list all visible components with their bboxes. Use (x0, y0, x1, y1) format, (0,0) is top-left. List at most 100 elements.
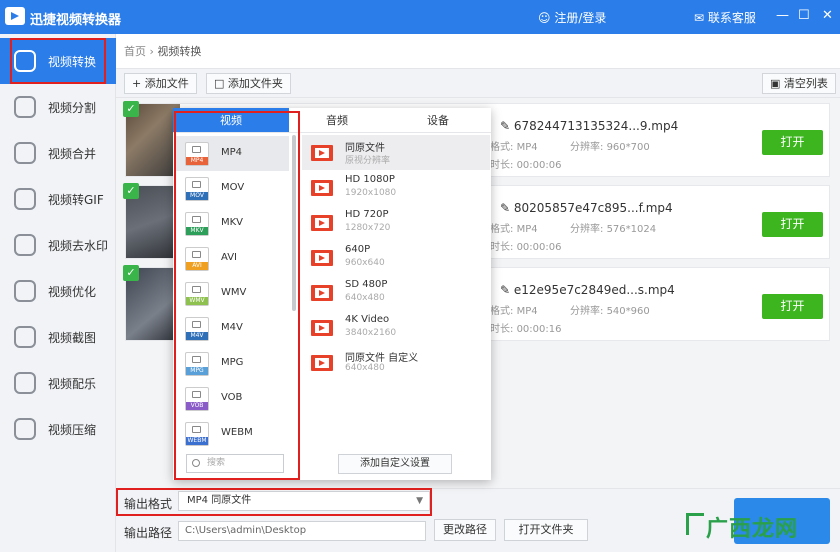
quality-item[interactable]: 同原文件 自定义 640x480 (302, 345, 490, 380)
breadcrumb-current: 视频转换 (157, 45, 202, 58)
add-file-button[interactable]: + 添加文件 (124, 73, 197, 94)
app-logo-icon (5, 7, 25, 25)
change-path-button[interactable]: 更改路径 (434, 519, 496, 541)
video-file-icon (311, 355, 333, 371)
gif-icon (14, 188, 36, 210)
quality-item[interactable]: HD 720P 1280x720 (302, 205, 490, 240)
quality-resolution: 960x640 (345, 258, 385, 268)
resolution-label: 分辨率: (570, 142, 604, 153)
quality-resolution: 3840x2160 (345, 328, 397, 338)
quality-name: 640P (345, 244, 371, 255)
login-link[interactable]: ☺ 注册/登录 (538, 9, 606, 26)
quality-resolution: 原视分辨率 (345, 156, 391, 166)
sidebar-item-label: 视频压缩 (48, 423, 97, 437)
video-file-icon (311, 145, 333, 161)
edit-icon[interactable]: ✎ (500, 283, 510, 297)
sidebar-item-label: 视频合并 (48, 147, 97, 161)
format-label: 格式: (490, 224, 514, 235)
file-format: MP4 (516, 306, 538, 317)
checkbox-checked-icon[interactable]: ✓ (123, 101, 139, 117)
file-name-text: 678244713135324...9.mp4 (513, 119, 679, 133)
file-format: MP4 (516, 142, 538, 153)
checkbox-checked-icon[interactable]: ✓ (123, 183, 139, 199)
file-resolution: 576*1024 (606, 224, 657, 235)
quality-name: 4K Video (345, 314, 390, 325)
folder-icon: □ (214, 77, 225, 90)
quality-resolution: 1920x1080 (345, 188, 397, 198)
sidebar-item-split[interactable]: 视频分割 (0, 84, 116, 130)
screenshot-icon (14, 326, 36, 348)
checkbox-checked-icon[interactable]: ✓ (123, 265, 139, 281)
sidebar-item-label: 视频截图 (48, 331, 97, 345)
resolution-label: 分辨率: (570, 224, 604, 235)
video-file-icon (311, 285, 333, 301)
login-label: 注册/登录 (554, 11, 607, 25)
quality-item[interactable]: HD 1080P 1920x1080 (302, 170, 490, 205)
format-label: 格式: (490, 142, 514, 153)
quality-resolution: 1280x720 (345, 223, 391, 233)
open-button[interactable]: 打开 (762, 212, 823, 237)
quality-resolution: 640x480 (345, 293, 385, 303)
quality-name: SD 480P (345, 279, 388, 290)
chat-icon: ✉ (694, 11, 705, 25)
format-label: 格式: (490, 306, 514, 317)
watermark-remove-icon (14, 234, 36, 256)
sidebar-item-screenshot[interactable]: 视频截图 (0, 314, 116, 360)
edit-icon[interactable]: ✎ (500, 201, 510, 215)
highlight-box (10, 38, 106, 84)
sidebar-item-label: 视频分割 (48, 101, 97, 115)
maximize-button[interactable]: ☐ (798, 8, 810, 23)
quality-item[interactable]: 4K Video 3840x2160 (302, 310, 490, 345)
file-name: ✎ 80205857e47c895...f.mp4 (500, 201, 673, 215)
sidebar-item-compress[interactable]: 视频压缩 (0, 406, 116, 452)
minimize-button[interactable]: — (776, 8, 789, 23)
file-name: ✎ e12e95e7c2849ed...s.mp4 (500, 283, 675, 297)
sidebar-item-optimize[interactable]: 视频优化 (0, 268, 116, 314)
file-resolution: 960*700 (606, 142, 650, 153)
open-button[interactable]: 打开 (762, 294, 823, 319)
sidebar-item-label: 视频优化 (48, 285, 97, 299)
file-name: ✎ 678244713135324...9.mp4 (500, 119, 678, 133)
quality-name: HD 720P (345, 209, 389, 220)
add-folder-label: 添加文件夹 (227, 77, 283, 90)
quality-item[interactable]: 640P 960x640 (302, 240, 490, 275)
user-icon: ☺ (538, 11, 551, 25)
sidebar-item-music[interactable]: 视频配乐 (0, 360, 116, 406)
music-icon (14, 372, 36, 394)
file-duration: 00:00:06 (516, 160, 562, 171)
file-name-text: e12e95e7c2849ed...s.mp4 (513, 283, 675, 297)
edit-icon[interactable]: ✎ (500, 119, 510, 133)
tab-audio[interactable]: 音频 (289, 108, 385, 133)
customer-service-link[interactable]: ✉ 联系客服 (694, 9, 756, 26)
close-button[interactable]: ✕ (822, 8, 833, 23)
resolution-label: 分辨率: (570, 306, 604, 317)
duration-label: 时长: (490, 324, 514, 335)
quality-item[interactable]: SD 480P 640x480 (302, 275, 490, 310)
sidebar-item-watermark[interactable]: 视频去水印 (0, 222, 116, 268)
sidebar-item-gif[interactable]: 视频转GIF (0, 176, 116, 222)
add-folder-button[interactable]: □ 添加文件夹 (206, 73, 291, 94)
output-path-field[interactable]: C:\Users\admin\Desktop (178, 521, 426, 541)
tab-device[interactable]: 设备 (385, 108, 491, 133)
highlight-box (174, 111, 300, 480)
open-folder-button[interactable]: 打开文件夹 (504, 519, 588, 541)
quality-name: 同原文件 (345, 143, 385, 154)
add-custom-setting-button[interactable]: 添加自定义设置 (338, 454, 452, 474)
sidebar-item-label: 视频转GIF (48, 193, 104, 207)
watermark-logo-icon (686, 513, 704, 535)
video-file-icon (311, 320, 333, 336)
duration-label: 时长: (490, 242, 514, 253)
open-button[interactable]: 打开 (762, 130, 823, 155)
compress-icon (14, 418, 36, 440)
file-format: MP4 (516, 224, 538, 235)
clear-list-button[interactable]: ▣ 清空列表 (762, 73, 836, 94)
quality-item[interactable]: 同原文件 原视分辨率 (302, 135, 490, 170)
service-label: 联系客服 (707, 11, 756, 25)
breadcrumb-home[interactable]: 首页 (124, 45, 146, 58)
merge-icon (14, 142, 36, 164)
optimize-icon (14, 280, 36, 302)
quality-name: 同原文件 自定义 (345, 353, 419, 364)
sidebar-item-merge[interactable]: 视频合并 (0, 130, 116, 176)
sidebar: 视频转换 视频分割 视频合并 视频转GIF 视频去水印 视频优化 视频截图 视频… (0, 34, 116, 552)
breadcrumb-separator: › (149, 45, 154, 58)
